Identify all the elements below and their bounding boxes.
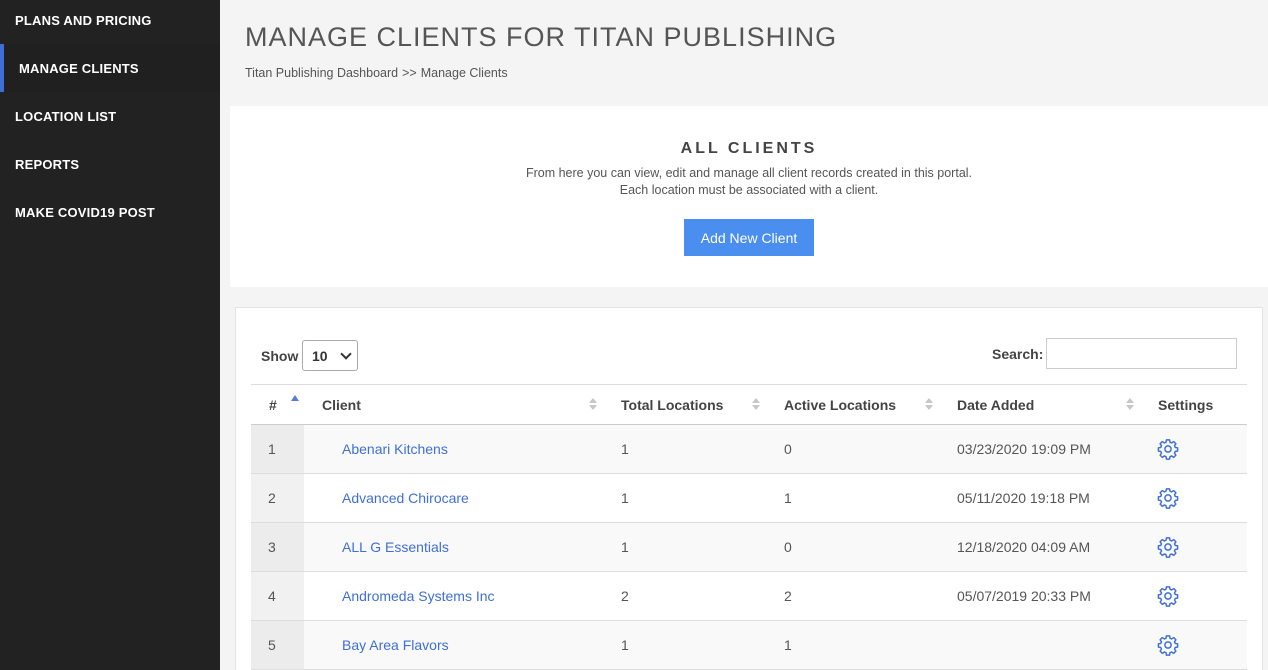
total-locations: 1 <box>621 539 629 555</box>
sort-icon[interactable] <box>925 396 933 414</box>
sidebar-item-plans-and-pricing[interactable]: PLANS AND PRICING <box>0 0 220 44</box>
show-entries-value: 10 <box>312 347 328 364</box>
description-line-2: Each location must be associated with a … <box>619 183 879 197</box>
date-added: 05/07/2019 20:33 PM <box>957 588 1091 604</box>
column-header-date-added[interactable]: Date Added <box>957 385 1034 425</box>
table-row: 5 Bay Area Flavors 1 1 <box>251 621 1247 670</box>
show-entries-select[interactable]: 10 <box>302 340 358 371</box>
client-name-link[interactable]: Bay Area Flavors <box>342 621 449 669</box>
gear-icon[interactable] <box>1157 585 1179 607</box>
date-added: 03/23/2020 19:09 PM <box>957 441 1091 457</box>
sidebar-item-location-list[interactable]: LOCATION LIST <box>0 92 220 140</box>
active-locations: 0 <box>784 539 792 555</box>
row-number-cell <box>251 425 304 473</box>
sidebar-item-manage-clients[interactable]: MANAGE CLIENTS <box>0 44 220 92</box>
table-header: # Client Total Locations Active Location… <box>251 384 1247 425</box>
table-row: 1 Abenari Kitchens 1 0 03/23/2020 19:09 … <box>251 425 1247 474</box>
active-locations: 1 <box>784 490 792 506</box>
table-row: 4 Andromeda Systems Inc 2 2 05/07/2019 2… <box>251 572 1247 621</box>
breadcrumb: Titan Publishing Dashboard >> Manage Clien… <box>245 66 512 80</box>
section-description: From here you can view, edit and manage … <box>230 165 1268 199</box>
breadcrumb-separator: >> <box>402 66 417 80</box>
column-header-active-locations[interactable]: Active Locations <box>784 385 896 425</box>
page-title: MANAGE CLIENTS FOR TITAN PUBLISHING <box>245 22 838 52</box>
date-added: 12/18/2020 04:09 AM <box>957 539 1091 555</box>
sort-ascending-icon[interactable] <box>291 395 299 401</box>
client-name-link[interactable]: ALL G Essentials <box>342 523 449 571</box>
client-name-link[interactable]: Andromeda Systems Inc <box>342 572 495 620</box>
search-label: Search: <box>992 346 1044 362</box>
chevron-down-icon <box>340 348 352 360</box>
sort-icon[interactable] <box>589 396 597 414</box>
client-name-link[interactable]: Advanced Chirocare <box>342 474 469 522</box>
row-number: 4 <box>268 588 276 604</box>
gear-icon[interactable] <box>1157 634 1179 656</box>
client-name-link[interactable]: Abenari Kitchens <box>342 425 448 473</box>
all-clients-intro-panel: ALL CLIENTS From here you can view, edit… <box>230 106 1268 287</box>
row-number: 1 <box>268 441 276 457</box>
gear-icon[interactable] <box>1157 438 1179 460</box>
column-header-client[interactable]: Client <box>322 385 361 425</box>
total-locations: 1 <box>621 637 629 653</box>
active-locations: 0 <box>784 441 792 457</box>
description-line-1: From here you can view, edit and manage … <box>525 166 973 180</box>
active-locations: 2 <box>784 588 792 604</box>
search-input[interactable] <box>1046 338 1237 369</box>
table-row: 3 ALL G Essentials 1 0 12/18/2020 04:09 … <box>251 523 1247 572</box>
gear-icon[interactable] <box>1157 487 1179 509</box>
active-locations: 1 <box>784 637 792 653</box>
row-number-cell <box>251 474 304 522</box>
table-row: 2 Advanced Chirocare 1 1 05/11/2020 19:1… <box>251 474 1247 523</box>
row-number: 5 <box>268 637 276 653</box>
breadcrumb-parent-link[interactable]: Titan Publishing Dashboard <box>245 66 398 80</box>
date-added: 05/11/2020 19:18 PM <box>957 490 1090 506</box>
total-locations: 1 <box>621 490 629 506</box>
gear-icon[interactable] <box>1157 536 1179 558</box>
total-locations: 2 <box>621 588 629 604</box>
sidebar-item-reports[interactable]: REPORTS <box>0 140 220 188</box>
row-number-cell <box>251 572 304 620</box>
breadcrumb-current: Manage Clients <box>420 66 508 80</box>
column-header-number[interactable]: # <box>269 385 277 425</box>
clients-table-panel: Show 10 Search: # Client Total Locations… <box>235 307 1263 670</box>
row-number-cell <box>251 523 304 571</box>
sort-icon[interactable] <box>1126 396 1134 414</box>
sidebar-item-make-covid19-post[interactable]: MAKE COVID19 POST <box>0 188 220 236</box>
column-header-settings: Settings <box>1158 397 1214 413</box>
row-number: 2 <box>268 490 276 506</box>
add-new-client-button[interactable]: Add New Client <box>684 219 814 256</box>
show-entries-label: Show <box>261 348 299 364</box>
section-heading: ALL CLIENTS <box>680 140 818 157</box>
main-content: MANAGE CLIENTS FOR TITAN PUBLISHING Tita… <box>220 0 1268 670</box>
column-header-total-locations[interactable]: Total Locations <box>621 385 723 425</box>
sidebar: PLANS AND PRICING MANAGE CLIENTS LOCATIO… <box>0 0 220 670</box>
sort-icon[interactable] <box>752 396 760 414</box>
row-number-cell <box>251 621 304 669</box>
total-locations: 1 <box>621 441 629 457</box>
row-number: 3 <box>268 539 276 555</box>
